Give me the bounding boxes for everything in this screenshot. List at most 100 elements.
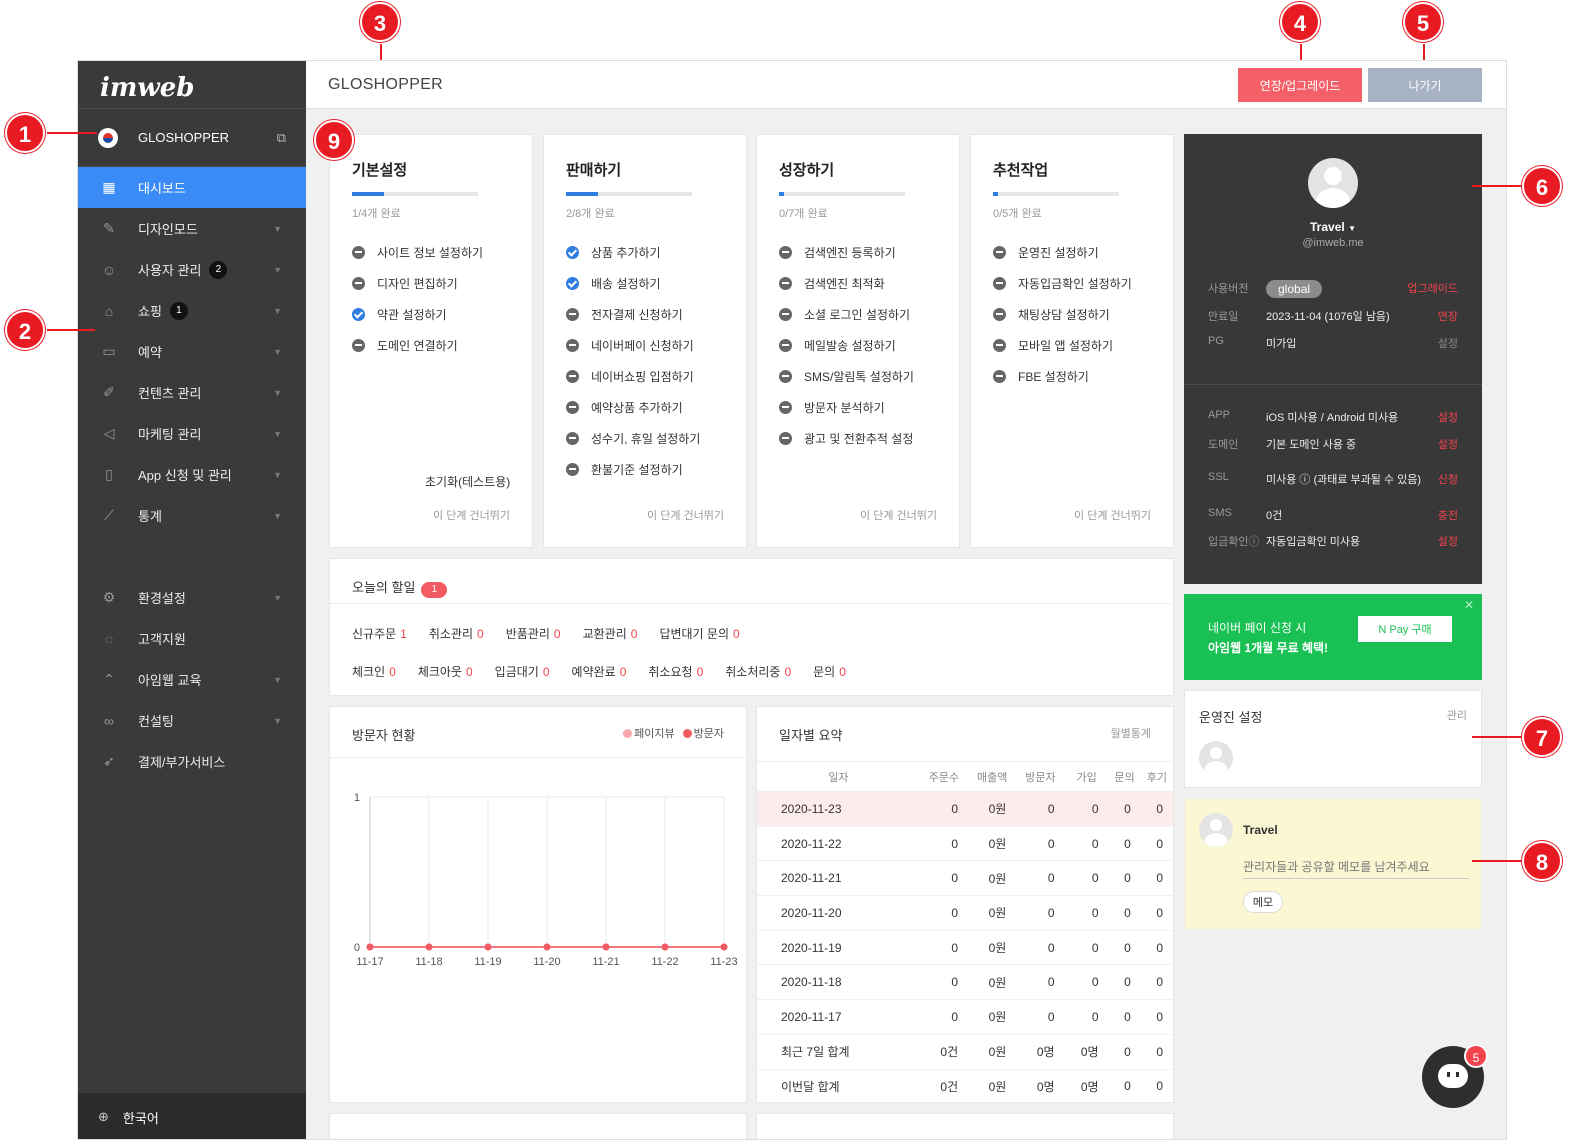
todo-count: 0 — [619, 665, 627, 679]
task-item[interactable]: 디자인 편집하기 — [352, 268, 483, 299]
upgrade-link[interactable]: 업그레이드 — [1407, 280, 1458, 298]
column-header: 주문수 — [919, 761, 969, 792]
memo-input[interactable] — [1243, 855, 1469, 879]
task-item[interactable]: 채팅상담 설정하기 — [993, 299, 1132, 330]
table-cell: 0 — [1016, 999, 1065, 1035]
data-point — [602, 943, 610, 951]
extend-link[interactable]: 연장 — [1438, 308, 1458, 324]
chevron-down-icon: ▼ — [273, 346, 282, 357]
upgrade-button[interactable]: 연장/업그레이드 — [1238, 68, 1362, 102]
x-tick-label: 11-17 — [356, 956, 383, 968]
todo-item[interactable]: 취소요청 0 — [648, 663, 703, 680]
task-item[interactable]: 도메인 연결하기 — [352, 330, 483, 361]
minus-circle-icon — [566, 308, 579, 321]
avatar[interactable] — [1308, 158, 1358, 208]
language-selector[interactable]: ⊕ 한국어 — [78, 1093, 306, 1139]
skip-step-link[interactable]: 이 단계 건너뛰기 — [860, 507, 937, 523]
todo-item[interactable]: 취소관리 0 — [429, 625, 484, 642]
skip-step-link[interactable]: 이 단계 건너뛰기 — [433, 507, 510, 523]
site-selector[interactable]: GLOSHOPPER ⧉ — [78, 109, 306, 167]
task-item[interactable]: FBE 설정하기 — [993, 361, 1132, 392]
sidebar-item-reservation[interactable]: ▭ 예약 ▼ — [78, 331, 306, 372]
todo-item[interactable]: 신규주문 1 — [352, 625, 407, 642]
reset-link[interactable]: 초기화(테스트용) — [425, 473, 510, 490]
sidebar-item-users[interactable]: ☺ 사용자 관리 2 ▼ — [78, 249, 306, 290]
task-item[interactable]: 모바일 앱 설정하기 — [993, 330, 1132, 361]
chevron-down-icon: ▼ — [273, 674, 282, 685]
sidebar-item-design[interactable]: ✎ 디자인모드 ▼ — [78, 208, 306, 249]
sidebar-spacer — [78, 536, 306, 577]
task-item[interactable]: 자동입금확인 설정하기 — [993, 268, 1132, 299]
task-item[interactable]: 광고 및 전환추적 설정 — [779, 423, 914, 454]
task-label: 상품 추가하기 — [591, 246, 661, 260]
task-item[interactable]: 네이버페이 신청하기 — [566, 330, 700, 361]
monthly-stats-link[interactable]: 월별통계 — [1111, 725, 1151, 741]
skip-step-link[interactable]: 이 단계 건너뛰기 — [647, 507, 724, 523]
task-item[interactable]: 사이트 정보 설정하기 — [352, 237, 483, 268]
sidebar-item-marketing[interactable]: ◁ 마케팅 관리 ▼ — [78, 413, 306, 454]
todo-item[interactable]: 교환관리 0 — [583, 625, 638, 642]
todo-item[interactable]: 입금대기 0 — [495, 663, 550, 680]
pg-setting-link[interactable]: 설정 — [1438, 335, 1458, 351]
memo-submit-button[interactable]: 메모 — [1243, 891, 1283, 913]
sms-charge-link[interactable]: 충전 — [1438, 507, 1458, 523]
skip-step-link[interactable]: 이 단계 건너뛰기 — [1074, 507, 1151, 523]
imweb-logo[interactable]: imweb — [78, 61, 306, 109]
legend-swatch-visitor — [682, 729, 692, 738]
task-item[interactable]: 소셜 로그인 설정하기 — [779, 299, 914, 330]
task-item[interactable]: 검색엔진 최적화 — [779, 268, 914, 299]
close-icon[interactable]: ✕ — [1464, 598, 1474, 612]
todo-item[interactable]: 답변대기 문의 0 — [659, 625, 739, 642]
row-label: SSL — [1208, 471, 1229, 483]
todo-item[interactable]: 체크아웃 0 — [418, 663, 473, 680]
sidebar-item-app[interactable]: ▯ App 신청 및 관리 ▼ — [78, 454, 306, 495]
todo-item[interactable]: 취소처리중 0 — [725, 663, 791, 680]
sidebar-item-settings[interactable]: ⚙ 환경설정 ▼ — [78, 577, 306, 618]
task-item[interactable]: 전자결제 신청하기 — [566, 299, 700, 330]
task-item[interactable]: 배송 설정하기 — [566, 268, 700, 299]
todo-label: 신규주문 — [352, 627, 397, 641]
task-item[interactable]: 예약상품 추가하기 — [566, 392, 700, 423]
sidebar-item-dashboard[interactable]: ▦ 대시보드 — [78, 167, 306, 208]
app-setting-link[interactable]: 설정 — [1438, 409, 1458, 425]
todo-count: 0 — [542, 665, 550, 679]
task-item[interactable]: 상품 추가하기 — [566, 237, 700, 268]
todo-count: 0 — [696, 665, 704, 679]
account-name[interactable]: Travel ▼ — [1184, 220, 1482, 234]
sidebar-item-shopping[interactable]: ⌂ 쇼핑 1 ▼ — [78, 290, 306, 331]
chat-launcher[interactable]: 5 — [1422, 1044, 1488, 1108]
row-label: APP — [1208, 409, 1231, 421]
todo-item[interactable]: 반품관리 0 — [506, 625, 561, 642]
task-item[interactable]: 약관 설정하기 — [352, 299, 483, 330]
todo-count: 0 — [784, 665, 792, 679]
sidebar-item-support[interactable]: ◌ 고객지원 — [78, 618, 306, 659]
task-item[interactable]: 성수기, 휴일 설정하기 — [566, 423, 700, 454]
task-item[interactable]: 네이버쇼핑 입점하기 — [566, 361, 700, 392]
task-item[interactable]: 환불기준 설정하기 — [566, 454, 700, 485]
naver-pay-button[interactable]: N Pay 구매 — [1358, 616, 1452, 642]
sidebar-item-education[interactable]: ⌃ 아임웹 교육 ▼ — [78, 659, 306, 700]
external-link-icon[interactable]: ⧉ — [277, 130, 286, 146]
sidebar-item-consulting[interactable]: ∞ 컨설팅 ▼ — [78, 700, 306, 741]
ssl-apply-link[interactable]: 신청 — [1438, 471, 1458, 487]
task-label: 채팅상담 설정하기 — [1018, 308, 1110, 322]
task-item[interactable]: 운영진 설정하기 — [993, 237, 1132, 268]
todo-item[interactable]: 체크인 0 — [352, 663, 396, 680]
row-sms: SMS 0건 충전 — [1208, 507, 1458, 523]
exit-button[interactable]: 나가기 — [1368, 68, 1482, 102]
deposit-setting-link[interactable]: 설정 — [1438, 533, 1458, 549]
staff-manage-link[interactable]: 관리 — [1447, 707, 1467, 723]
todo-item[interactable]: 예약완료 0 — [572, 663, 627, 680]
step-task-list: 검색엔진 등록하기 검색엔진 최적화 소셜 로그인 설정하기 메일발송 설정하기 SMS… — [779, 237, 914, 454]
task-label: FBE 설정하기 — [1018, 370, 1089, 384]
task-item[interactable]: 방문자 분석하기 — [779, 392, 914, 423]
task-item[interactable]: SMS/알림톡 설정하기 — [779, 361, 914, 392]
sidebar-item-billing[interactable]: ➶ 결제/부가서비스 — [78, 741, 306, 782]
sidebar-item-stats[interactable]: ⟋ 통계 ▼ — [78, 495, 306, 536]
domain-setting-link[interactable]: 설정 — [1438, 436, 1458, 452]
naver-pay-banner[interactable]: 네이버 페이 신청 시 아임웹 1개월 무료 혜택! N Pay 구매 ✕ — [1184, 594, 1482, 680]
task-item[interactable]: 검색엔진 등록하기 — [779, 237, 914, 268]
todo-item[interactable]: 문의 0 — [813, 663, 846, 680]
sidebar-item-content[interactable]: ✐ 컨텐츠 관리 ▼ — [78, 372, 306, 413]
task-item[interactable]: 메일발송 설정하기 — [779, 330, 914, 361]
